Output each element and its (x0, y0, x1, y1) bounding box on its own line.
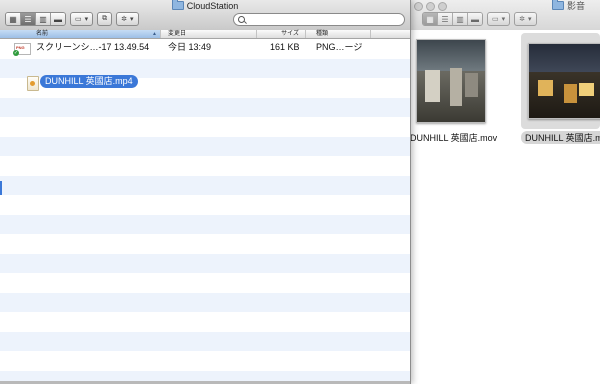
arrange-button[interactable]: ▭ ▾ (70, 12, 94, 26)
icon-view-button[interactable]: ▦ (423, 13, 438, 25)
coverflow-view-button[interactable]: ▬ (51, 13, 65, 25)
file-date: 今日 13:49 (168, 42, 212, 52)
finder-window-cloudstation: CloudStation ▦ ☰ ▥ ▬ ▭ ▾ ⧉ ✲ ▾ 名前 ▲ 変更日 … (0, 0, 411, 384)
file-caption[interactable]: DUNHILL 英國店.m (521, 131, 600, 144)
column-header: 名前 ▲ 変更日 サイズ 種類 (0, 30, 410, 39)
file-row[interactable]: DUNHILL 英國店.mp4 (0, 75, 410, 98)
empty-row (0, 117, 410, 137)
empty-row (0, 312, 410, 332)
empty-row (0, 175, 410, 195)
search-icon (238, 16, 245, 23)
arrange-icon: ▭ (492, 16, 499, 23)
thumbnail-building (464, 72, 479, 98)
folder-icon (171, 0, 184, 10)
arrange-button[interactable]: ▭ ▾ (487, 12, 511, 26)
arrange-icon: ▭ (75, 16, 82, 23)
view-mode-segment: ▦ ☰ ▥ ▬ (5, 12, 66, 26)
window-title: CloudStation (0, 0, 410, 12)
column-date-label: 変更日 (168, 31, 187, 37)
zoom-button[interactable] (438, 2, 447, 11)
empty-row (0, 195, 410, 215)
close-button[interactable] (414, 2, 423, 11)
share-icon: ⧉ (102, 15, 108, 22)
resize-edge[interactable] (0, 181, 2, 195)
chevron-down-icon: ▾ (501, 16, 506, 23)
video-thumbnail[interactable] (416, 39, 486, 123)
window-title-text: CloudStation (186, 1, 239, 11)
toolbar: ▦ ☰ ▥ ▬ ▭ ▾ ✲ ▾ (422, 12, 537, 26)
minimize-button[interactable] (426, 2, 435, 11)
coverflow-view-button[interactable]: ▬ (468, 13, 482, 25)
file-row[interactable]: PNG ✓ スクリーンシ…‐17 13.49.54 今日 13:49 161 K… (0, 39, 410, 59)
video-thumbnail[interactable] (528, 43, 600, 119)
window-controls (414, 2, 447, 11)
file-kind: PNG…ージ (316, 42, 363, 52)
icon-view-button[interactable]: ▦ (6, 13, 21, 25)
list-view-button[interactable]: ☰ (438, 13, 453, 25)
file-size: 161 KB (270, 42, 300, 52)
thumbnail-building (579, 82, 594, 96)
chevron-down-icon: ▾ (528, 16, 532, 23)
empty-row (0, 292, 410, 312)
thumbnail-building (563, 83, 577, 104)
window-titlebar[interactable]: 影音 ▦ ☰ ▥ ▬ ▭ ▾ ✲ ▾ (410, 0, 600, 31)
thumbnail-building (449, 67, 462, 106)
sort-ascending-icon: ▲ (152, 31, 157, 37)
empty-row (0, 97, 410, 117)
window-title-text: 影音 (567, 1, 586, 11)
empty-row (0, 351, 410, 371)
empty-row (0, 253, 410, 273)
folder-icon (552, 0, 564, 10)
file-name: スクリーンシ…‐17 13.49.54 (36, 42, 150, 52)
empty-row (0, 136, 410, 156)
column-size-label: サイズ (281, 31, 299, 37)
thumbnail-building (425, 70, 441, 102)
file-name-edit-field[interactable]: DUNHILL 英國店.mp4 (40, 75, 138, 88)
empty-row (0, 273, 410, 293)
action-button[interactable]: ✲ ▾ (514, 12, 537, 26)
icon-view-area: DUNHILL 英國店.mov DUNHILL 英國店.m (410, 30, 600, 384)
column-name-label: 名前 (36, 31, 49, 37)
empty-row (0, 234, 410, 254)
empty-row (0, 331, 410, 351)
chevron-down-icon: ▾ (130, 16, 134, 23)
list-view-button[interactable]: ☰ (21, 13, 36, 25)
window-titlebar[interactable]: CloudStation ▦ ☰ ▥ ▬ ▭ ▾ ⧉ ✲ ▾ (0, 0, 410, 31)
gear-icon: ✲ (519, 16, 526, 23)
share-button[interactable]: ⧉ (97, 12, 113, 26)
finder-window-media: 影音 ▦ ☰ ▥ ▬ ▭ ▾ ✲ ▾ DUNHILL 英國店.mov DUNHI… (410, 0, 600, 384)
thumbnail-sky (417, 40, 485, 72)
file-list: PNG ✓ スクリーンシ…‐17 13.49.54 今日 13:49 161 K… (0, 39, 410, 384)
search-input[interactable] (247, 14, 397, 25)
view-mode-segment: ▦ ☰ ▥ ▬ (422, 12, 483, 26)
search-field[interactable] (233, 13, 405, 26)
column-kind-header[interactable]: 種類 (306, 30, 371, 38)
empty-row (0, 156, 410, 176)
chevron-down-icon: ▾ (84, 16, 89, 23)
thumbnail-building (537, 79, 554, 96)
column-size-header[interactable]: サイズ (257, 30, 306, 38)
toolbar: ▦ ☰ ▥ ▬ ▭ ▾ ⧉ ✲ ▾ (5, 12, 139, 26)
column-view-button[interactable]: ▥ (453, 13, 468, 25)
gear-icon: ✲ (121, 16, 128, 23)
column-kind-label: 種類 (316, 31, 329, 37)
thumbnail-sky (529, 44, 600, 73)
window-title: 影音 (552, 0, 586, 12)
column-date-header[interactable]: 変更日 (161, 30, 257, 38)
sync-check-icon: ✓ (13, 50, 19, 56)
column-view-button[interactable]: ▥ (36, 13, 51, 25)
mp4-file-icon (27, 76, 39, 91)
empty-row (0, 214, 410, 234)
file-caption[interactable]: DUNHILL 英國店.mov (410, 131, 497, 144)
action-button[interactable]: ✲ ▾ (116, 12, 139, 26)
column-name-header[interactable]: 名前 ▲ (0, 30, 161, 38)
